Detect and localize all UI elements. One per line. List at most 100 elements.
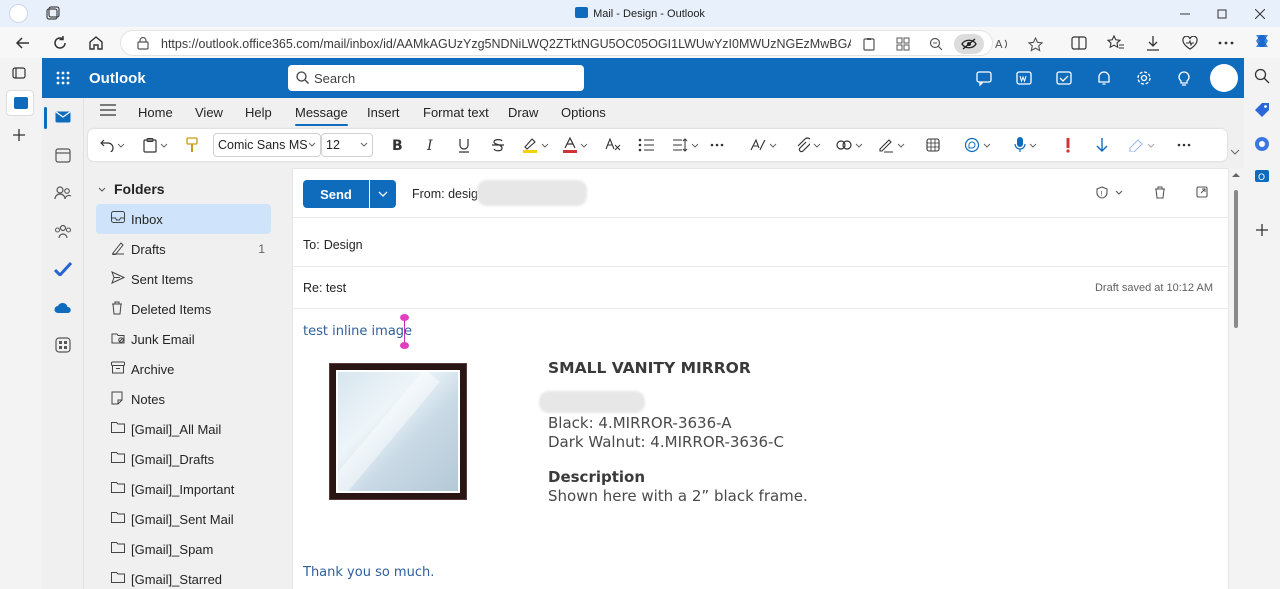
folder-item[interactable]: [Gmail]_Important [96,474,271,504]
folder-item[interactable]: [Gmail]_Spam [96,534,271,564]
downloads-icon[interactable] [1143,34,1163,52]
more-formatting-button[interactable] [710,135,724,155]
sidebar-search-icon[interactable] [1254,68,1270,84]
importance-high-button[interactable] [1064,135,1072,155]
to-field[interactable]: To: Design [303,238,363,252]
text-cursor-handle[interactable] [400,314,409,349]
underline-button[interactable] [458,135,470,155]
folder-item[interactable]: Deleted Items [96,294,271,324]
ribbon-expand-chevron-icon[interactable] [1230,149,1240,155]
font-family-select[interactable]: Comic Sans MS [213,133,321,157]
folder-item[interactable]: [Gmail]_Drafts [96,444,271,474]
account-avatar[interactable] [1210,64,1238,92]
word-app-icon[interactable] [1014,68,1034,88]
tracking-prevention-icon[interactable] [954,34,984,54]
address-bar[interactable]: https://outlook.office365.com/mail/inbox… [120,30,1043,56]
copilot-icon[interactable] [1252,32,1272,50]
url-text[interactable]: https://outlook.office365.com/mail/inbox… [161,37,851,51]
more-apps-icon[interactable] [53,335,73,355]
office-icon[interactable] [1254,136,1270,152]
closing-line[interactable]: Thank you so much. [303,565,434,580]
groups-icon[interactable] [53,221,73,241]
to-recipient[interactable]: Design [324,238,363,252]
new-tab-plus-icon[interactable] [12,128,26,142]
body-first-line[interactable]: test inline image [303,324,412,339]
people-icon[interactable] [53,183,73,203]
attach-file-button[interactable] [796,135,821,155]
subject-field[interactable]: Re: test [303,281,346,295]
italic-button[interactable]: I [425,135,437,155]
dictate-button[interactable] [1014,135,1037,155]
read-aloud-icon[interactable]: A [995,36,1011,52]
compose-scrollbar[interactable] [1234,190,1238,328]
more-toolbar-button[interactable] [1177,135,1191,155]
table-button[interactable] [926,135,940,155]
favorites-icon[interactable] [1106,34,1126,52]
tab-help[interactable]: Help [245,105,272,120]
insert-link-button[interactable] [836,135,863,155]
mail-icon[interactable] [53,107,73,127]
lock-icon[interactable] [137,37,149,50]
font-color-button[interactable] [563,135,588,155]
favorite-star-icon[interactable] [1027,36,1043,52]
sensitivity-button[interactable] [1128,135,1155,155]
format-painter-button[interactable] [186,135,198,155]
search-box[interactable]: Search [288,65,584,91]
refresh-button[interactable] [48,31,72,55]
sensitivity-shield-icon[interactable]: ! [1096,186,1123,199]
app-available-icon[interactable] [895,36,911,52]
maximize-button[interactable] [1202,0,1242,27]
folder-item[interactable]: Drafts 1 [96,234,271,264]
from-field[interactable]: From: design [412,187,485,201]
tab-view[interactable]: View [195,105,223,120]
outlook-tab[interactable] [6,90,34,116]
folder-item[interactable]: [Gmail]_Starred [96,564,271,589]
highlight-button[interactable] [522,135,549,155]
font-size-select[interactable]: 12 [321,133,373,157]
signature-button[interactable] [878,135,905,155]
settings-gear-icon[interactable] [1134,68,1154,88]
app-launcher-icon[interactable] [56,71,70,85]
app-name[interactable]: Outlook [89,70,146,87]
folder-item[interactable]: [Gmail]_All Mail [96,414,271,444]
undo-button[interactable] [100,135,125,155]
pop-out-icon[interactable] [1196,186,1208,198]
send-button[interactable]: Send [303,180,369,208]
notifications-bell-icon[interactable] [1094,68,1114,88]
tips-lightbulb-icon[interactable] [1174,68,1194,88]
tab-format-text[interactable]: Format text [423,105,489,120]
back-button[interactable] [11,31,35,55]
collections-icon[interactable] [861,36,877,52]
folder-item[interactable]: Sent Items [96,264,271,294]
split-screen-icon[interactable] [1069,34,1089,52]
tab-draw[interactable]: Draw [508,105,538,120]
shopping-tag-icon[interactable] [1254,102,1270,118]
discard-trash-icon[interactable] [1154,186,1166,199]
folder-item[interactable]: Inbox [96,204,271,234]
browser-essentials-icon[interactable] [1180,34,1200,52]
bold-button[interactable]: B [391,135,403,155]
more-options-icon[interactable] [1216,34,1236,52]
tab-options[interactable]: Options [561,105,606,120]
folder-item[interactable]: Junk Email [96,324,271,354]
onedrive-cloud-icon[interactable] [53,298,73,318]
close-window-button[interactable] [1240,0,1280,27]
tab-home[interactable]: Home [138,105,173,120]
loop-button[interactable] [964,135,991,155]
styles-button[interactable] [750,135,777,155]
minimize-button[interactable] [1165,0,1205,27]
outlook-sidebar-icon[interactable]: O [1254,168,1270,184]
ribbon-collapse-menu-icon[interactable] [100,104,116,116]
search-placeholder[interactable]: Search [314,71,355,86]
scroll-up-arrow-icon[interactable] [1232,172,1240,177]
folder-item[interactable]: [Gmail]_Sent Mail [96,504,271,534]
todo-check-icon[interactable] [53,259,73,279]
tab-insert[interactable]: Insert [367,105,400,120]
folders-header[interactable]: Folders [98,181,165,197]
zoom-icon[interactable] [928,36,944,52]
home-button[interactable] [84,31,108,55]
importance-low-button[interactable] [1096,135,1108,155]
add-sidebar-app-icon[interactable] [1255,223,1269,237]
tab-actions-menu-icon[interactable] [12,66,26,80]
teams-chat-icon[interactable] [974,68,994,88]
